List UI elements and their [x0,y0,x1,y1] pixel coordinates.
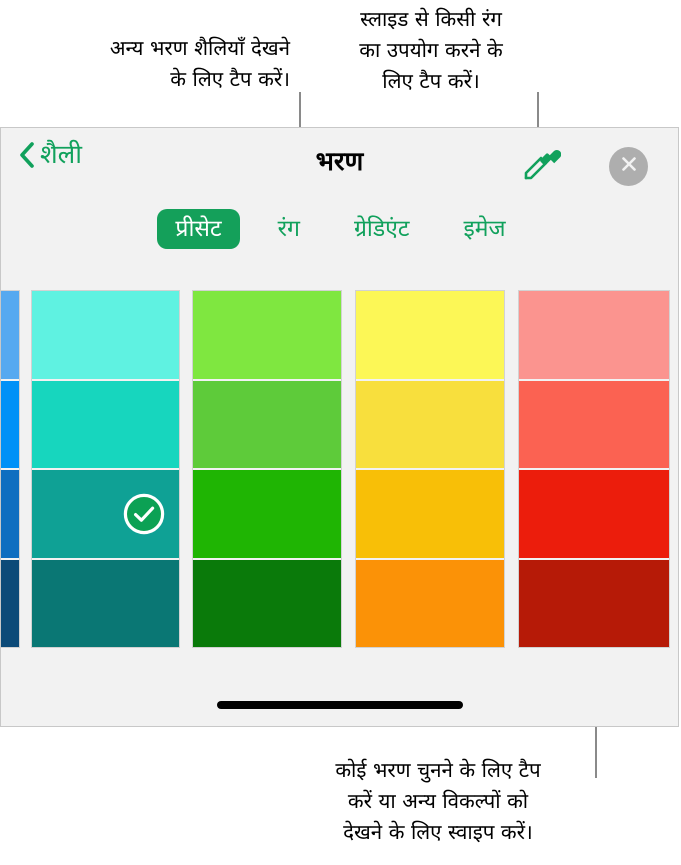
callout-choose-fill-hint: कोई भरण चुनने के लिए टैप करें या अन्य वि… [335,758,541,844]
swatch-green-1[interactable] [193,291,341,381]
swatch-blue-3[interactable] [1,470,19,560]
swatch-yellow-3[interactable] [356,470,504,560]
swatch-yellow-2[interactable] [356,380,504,470]
swatch-teal-4[interactable] [32,559,179,647]
close-button[interactable] [609,147,648,186]
swatch-red-4[interactable] [519,559,669,647]
swatch-column-teal [32,291,179,647]
check-circle-icon [123,493,165,535]
callout-eyedropper-hint: स्लाइड से किसी रंग का उपयोग करने के लिए … [359,7,503,93]
swatch-teal-3[interactable] [32,470,179,560]
tab-preset[interactable]: प्रीसेट [157,208,240,250]
home-indicator[interactable] [216,701,463,709]
tab-image[interactable]: इमेज [447,209,521,250]
swatch-column-yellow [356,291,504,647]
swatch-yellow-1[interactable] [356,291,504,381]
page-title: भरण [315,147,364,177]
swatch-red-2[interactable] [519,380,669,470]
swatch-green-2[interactable] [193,380,341,470]
swatch-red-3[interactable] [519,470,669,560]
preset-swatch-grid [1,291,678,647]
swatch-column-blue [1,291,19,647]
swatch-column-red [519,291,669,647]
swatch-green-3[interactable] [193,470,341,560]
tab-color[interactable]: रंग [262,209,316,250]
callout-other-fill-styles: अन्य भरण शैलियाँ देखने के लिए टैप करें। [109,36,290,91]
swatch-column-green [193,291,341,647]
swatch-blue-2[interactable] [1,380,19,470]
swatch-blue-1[interactable] [1,291,19,381]
swatch-red-1[interactable] [519,291,669,381]
tab-gradient[interactable]: ग्रेडिएंट [338,209,426,250]
fill-options-panel: शैली भरण प्रीसेट रंग ग्रेडिएंट इमेज [0,127,679,727]
eyedropper-icon[interactable] [517,145,562,185]
swatch-blue-4[interactable] [1,559,19,647]
swatch-green-4[interactable] [193,559,341,647]
swatch-yellow-4[interactable] [356,559,504,647]
close-icon [619,154,639,179]
swatch-teal-2[interactable] [32,380,179,470]
fill-type-tabs: प्रीसेट रंग ग्रेडिएंट इमेज [1,206,678,252]
swatch-teal-1[interactable] [32,291,179,381]
panel-header: शैली भरण [1,128,678,190]
